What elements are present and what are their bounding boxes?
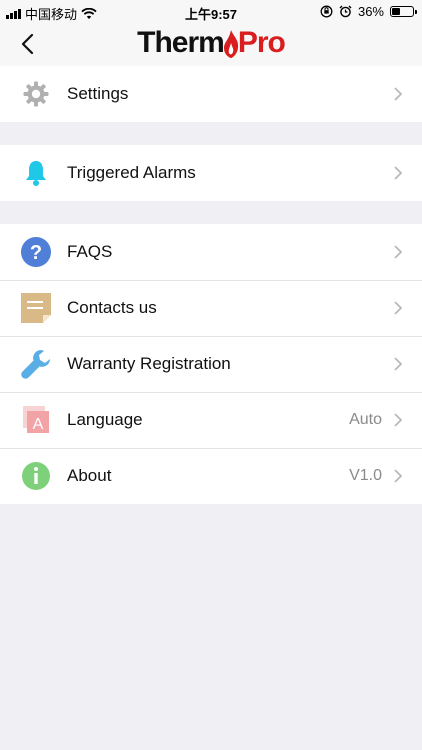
chevron-right-icon	[394, 357, 403, 371]
alarms-group: Triggered Alarms	[0, 145, 422, 201]
logo-text-pro: Pro	[237, 26, 286, 59]
status-right: 36%	[320, 4, 417, 19]
menu-item-language[interactable]: A Language Auto	[0, 392, 422, 448]
logo-text-therm: Therm	[137, 26, 225, 59]
chevron-right-icon	[394, 301, 403, 315]
wrench-icon	[20, 348, 52, 380]
svg-text:?: ?	[30, 242, 42, 264]
menu-item-label: Settings	[67, 84, 129, 103]
chevron-right-icon	[394, 469, 403, 483]
menu-item-about[interactable]: About V1.0	[0, 448, 422, 504]
rotation-lock-icon	[320, 5, 333, 18]
menu-item-triggered-alarms[interactable]: Triggered Alarms	[0, 145, 422, 201]
chevron-right-icon	[394, 87, 403, 101]
note-icon	[20, 292, 52, 324]
menu-item-label: Warranty Registration	[67, 354, 231, 373]
menu-item-faqs[interactable]: ? FAQS	[0, 224, 422, 280]
menu-item-label: Language	[67, 410, 143, 429]
chevron-right-icon	[394, 245, 403, 259]
info-icon	[20, 460, 52, 492]
question-icon: ?	[20, 236, 52, 268]
chevron-right-icon	[394, 166, 403, 180]
battery-icon	[390, 6, 417, 17]
menu-item-label: Triggered Alarms	[67, 163, 196, 182]
menu-item-settings[interactable]: Settings	[0, 66, 422, 122]
status-bar: 中国移动 上午9:57 36%	[0, 0, 422, 22]
menu-item-contacts-us[interactable]: Contacts us	[0, 280, 422, 336]
language-value: Auto	[349, 411, 382, 428]
gear-icon	[20, 78, 52, 110]
menu-item-label: Contacts us	[67, 298, 157, 317]
svg-text:A: A	[33, 416, 44, 433]
nav-bar: Therm Pro	[0, 22, 422, 66]
bell-icon	[20, 157, 52, 189]
settings-group: Settings	[0, 66, 422, 122]
menu-item-label: About	[67, 466, 112, 485]
thermopro-logo: Therm Pro	[0, 26, 422, 60]
menu-item-label: FAQS	[67, 242, 113, 261]
language-icon: A	[20, 404, 52, 436]
battery-percent: 36%	[357, 4, 384, 19]
info-group: ? FAQS Contacts us Warranty Registration	[0, 224, 422, 504]
version-value: V1.0	[349, 467, 382, 484]
chevron-right-icon	[394, 413, 403, 427]
alarm-clock-icon	[339, 5, 352, 18]
menu-item-warranty-registration[interactable]: Warranty Registration	[0, 336, 422, 392]
